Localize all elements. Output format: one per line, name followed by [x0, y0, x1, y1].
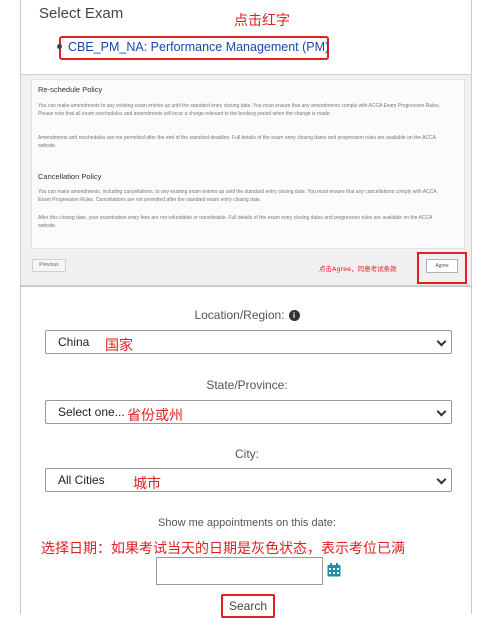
cancellation-text-1: You can make amendments, including cance…: [38, 189, 437, 203]
state-select[interactable]: Select one...: [45, 400, 452, 424]
location-label: Location/Region:: [194, 308, 285, 322]
state-annotation: 省份或州: [127, 408, 183, 424]
reschedule-text-1: You can make amendments to any existing …: [38, 103, 440, 117]
bullet-icon: [57, 44, 62, 49]
calendar-icon[interactable]: [327, 563, 341, 577]
agree-annotation: 点击Agree，同意考试条款: [319, 265, 397, 273]
city-annotation: 城市: [133, 476, 161, 492]
state-label: State/Province:: [206, 378, 288, 392]
date-input[interactable]: [156, 557, 323, 585]
state-value: Select one...: [58, 405, 125, 419]
reschedule-heading: Re-schedule Policy: [38, 85, 103, 94]
select-exam-title: Select Exam: [39, 5, 124, 22]
agree-button[interactable]: Agree: [426, 259, 458, 273]
search-panel: Location/Region: i China 国家 State/Provinc…: [20, 286, 473, 618]
search-button[interactable]: Search: [221, 594, 275, 618]
chevron-down-icon: [436, 406, 447, 417]
date-annotation: 选择日期：如果考试当天的日期是灰色状态，表示考位已满: [41, 541, 405, 557]
city-value: All Cities: [58, 473, 105, 487]
exam-annotation: 点击红字: [234, 13, 290, 29]
location-label-row: Location/Region: i: [21, 308, 473, 322]
chevron-down-icon: [436, 474, 447, 485]
city-label: City:: [235, 447, 259, 461]
cancellation-text-2: After this closing date, your examinatio…: [38, 215, 433, 229]
exam-option-link[interactable]: CBE_PM_NA: Performance Management (PM): [68, 40, 329, 54]
previous-button[interactable]: Previous: [32, 259, 66, 272]
info-icon[interactable]: i: [288, 310, 300, 322]
city-select[interactable]: All Cities: [45, 468, 452, 492]
cancellation-heading: Cancellation Policy: [38, 172, 102, 181]
reschedule-text-2: Amendments and reschedules are not permi…: [38, 135, 436, 149]
select-exam-panel: Select Exam 点击红字 CBE_PM_NA: Performance …: [20, 0, 472, 78]
policy-content: Re-schedule Policy You can make amendmen…: [31, 79, 465, 249]
date-label: Show me appointments on this date:: [158, 517, 336, 529]
chevron-down-icon: [436, 336, 447, 347]
location-value: China: [58, 335, 90, 349]
location-annotation: 国家: [105, 338, 133, 354]
policy-panel: Re-schedule Policy You can make amendmen…: [20, 74, 472, 286]
